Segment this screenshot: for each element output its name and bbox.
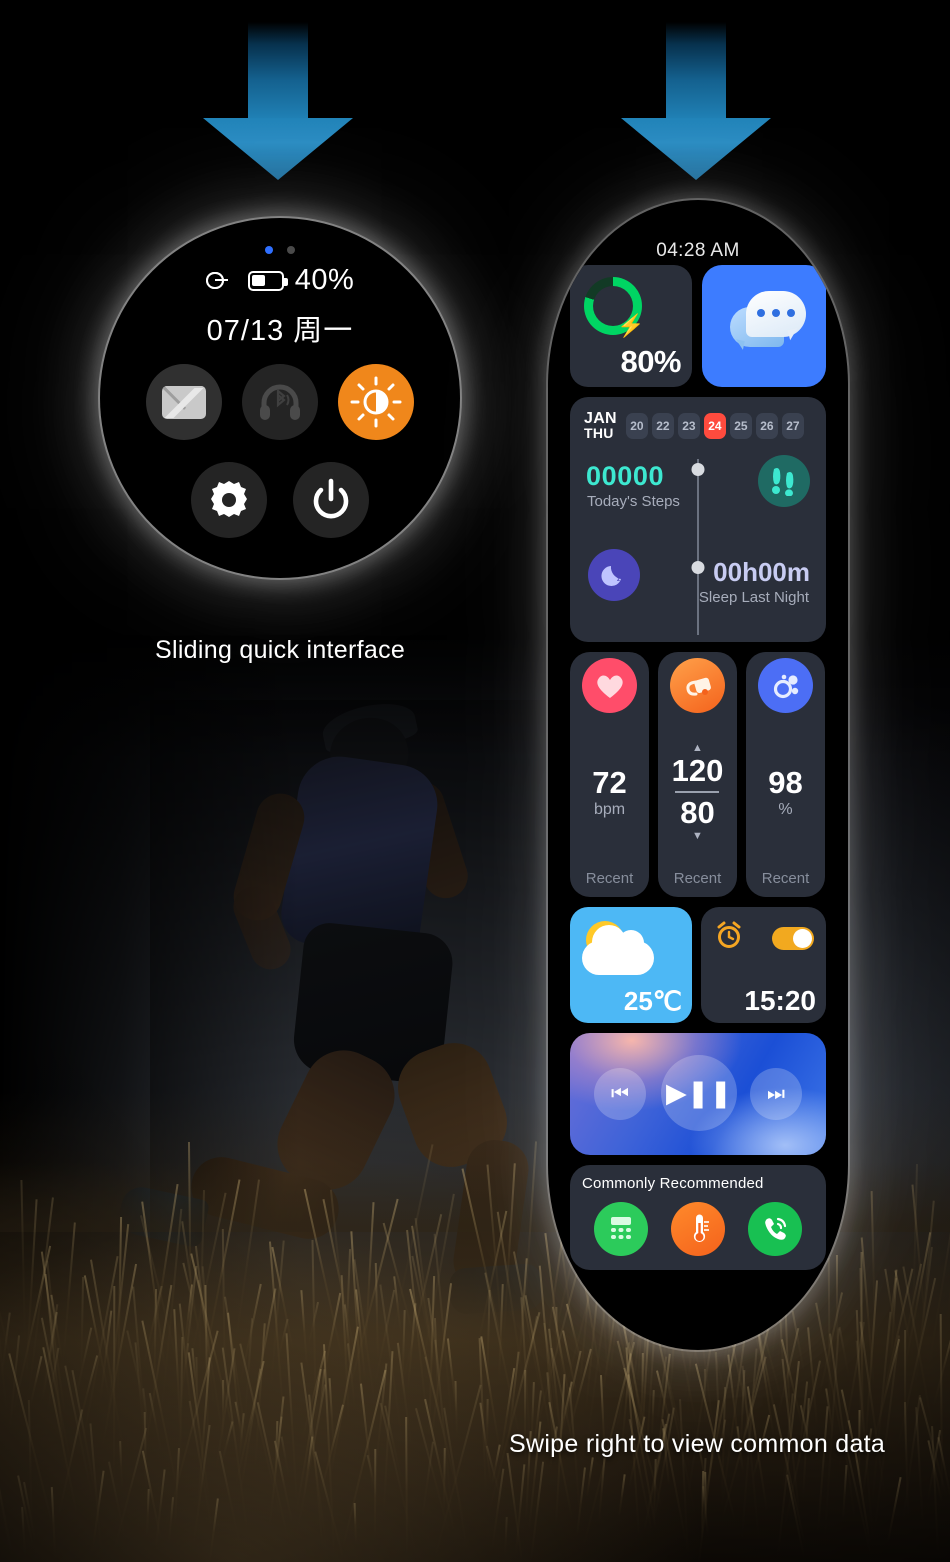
mail-toggle[interactable] xyxy=(146,364,222,440)
cloud-icon xyxy=(582,925,654,975)
weekday-label: THU xyxy=(584,425,614,441)
quick-toggle-row-1 xyxy=(100,364,460,440)
blood-pressure-widget[interactable]: ▲ 120 80 ▼ Recent xyxy=(658,652,737,897)
recommended-app-row xyxy=(582,1202,814,1256)
calendar-day-26[interactable]: 26 xyxy=(755,413,778,439)
heart-icon xyxy=(582,658,637,713)
weather-alarm-row: 25℃ 15:20 xyxy=(570,907,826,1023)
page-indicator xyxy=(100,246,460,254)
blood-oxygen-unit: % xyxy=(778,800,793,818)
caption-left: Sliding quick interface xyxy=(155,636,406,664)
alarm-widget[interactable]: 15:20 xyxy=(701,907,826,1023)
footprints-icon xyxy=(758,455,810,507)
envelope-icon xyxy=(162,385,206,419)
caption-right: Swipe right to view common data xyxy=(509,1430,886,1458)
battery-percent: 40% xyxy=(294,264,355,296)
vitals-row: 72 bpm Recent ▲ 120 80 ▼ Recent 98 % Rec… xyxy=(570,652,826,897)
calendar-activity-widget[interactable]: JAN THU 20 22 23 24 25 26 27 00000 Today's Ste… xyxy=(570,397,826,642)
down-arrow-left xyxy=(203,22,353,180)
page-dot-inactive[interactable] xyxy=(287,246,295,254)
power-icon xyxy=(313,478,349,519)
chat-bubbles-icon xyxy=(746,291,806,337)
lightning-bolt-icon: ⚡ xyxy=(617,313,645,338)
battery-icon xyxy=(247,270,288,291)
heart-rate-widget[interactable]: 72 bpm Recent xyxy=(570,652,649,897)
power-button[interactable] xyxy=(293,462,369,538)
brightness-toggle[interactable] xyxy=(338,364,414,440)
bp-readout: ▲ 120 80 ▼ xyxy=(671,741,724,842)
svg-text:z: z xyxy=(617,577,620,583)
play-pause-icon[interactable]: ▶❚❚ xyxy=(661,1055,737,1131)
down-arrow-right xyxy=(621,22,771,180)
bp-up-caret: ▲ xyxy=(692,741,703,754)
brightness-sun-icon xyxy=(350,376,402,428)
recommended-title: Commonly Recommended xyxy=(582,1175,764,1192)
bp-status: Recent xyxy=(673,870,722,887)
calendar-month: JAN THU xyxy=(584,411,617,441)
battery-widget[interactable]: ⚡ 80% xyxy=(570,265,692,387)
alarm-clock-icon xyxy=(715,921,743,956)
quick-toggle-row-2 xyxy=(100,462,460,538)
bp-down-caret: ▼ xyxy=(692,829,703,842)
bp-diastolic: 80 xyxy=(680,794,715,830)
band-time: 04:28 AM xyxy=(656,240,740,261)
activity-divider xyxy=(697,459,699,635)
blood-pressure-cuff-icon xyxy=(670,658,725,713)
weather-widget[interactable]: 25℃ xyxy=(570,907,692,1023)
thermometer-app[interactable] xyxy=(670,1202,725,1256)
calendar-day-24[interactable]: 24 xyxy=(703,413,726,439)
activity-knob-steps xyxy=(691,463,705,476)
page-dot-active[interactable] xyxy=(265,246,273,254)
calendar-day-25[interactable]: 25 xyxy=(729,413,752,439)
recommended-widget[interactable]: Commonly Recommended xyxy=(570,1165,826,1270)
bluetooth-audio-toggle[interactable] xyxy=(242,364,318,440)
heart-rate-value: 72 xyxy=(592,764,627,800)
skip-previous-icon[interactable]: ⏮ xyxy=(594,1068,646,1120)
band-widget-list[interactable]: ⚡ 80% JAN THU 20222324252627 00000 xyxy=(570,265,826,1270)
skip-next-icon[interactable]: ⏭ xyxy=(750,1068,802,1120)
heart-rate-status: Recent xyxy=(585,870,634,887)
music-widget[interactable]: ⏮ ▶❚❚ ⏭ xyxy=(570,1033,826,1155)
status-bar: 40% xyxy=(100,264,460,297)
alarm-time: 15:20 xyxy=(744,985,816,1016)
blood-oxygen-status: Recent xyxy=(761,870,810,887)
activity-body: 00000 Today's Steps z z 00h00m Sleep Las… xyxy=(584,449,812,635)
steps-value: 00000 xyxy=(586,461,665,491)
sleep-value: 00h00m xyxy=(713,557,810,587)
calculator-app[interactable] xyxy=(593,1202,648,1256)
headphones-bluetooth-icon xyxy=(260,384,300,420)
blood-oxygen-icon xyxy=(758,658,813,713)
blood-oxygen-widget[interactable]: 98 % Recent xyxy=(746,652,825,897)
link-icon xyxy=(205,272,237,289)
bp-systolic: 120 xyxy=(671,752,724,788)
round-watch-screen[interactable]: 40% 07/13 周一 xyxy=(100,218,460,578)
widget-row-top: ⚡ 80% xyxy=(570,265,826,387)
svg-text:z: z xyxy=(614,570,618,577)
settings-button[interactable] xyxy=(191,462,267,538)
calendar-day-22[interactable]: 22 xyxy=(651,413,674,439)
activity-knob-sleep xyxy=(691,561,705,574)
calendar-day-23[interactable]: 23 xyxy=(677,413,700,439)
battery-percent-label: 80% xyxy=(620,344,681,379)
alarm-toggle[interactable] xyxy=(772,927,814,950)
calendar-day-27[interactable]: 27 xyxy=(781,413,804,439)
messages-widget[interactable] xyxy=(702,265,826,387)
temperature-value: 25℃ xyxy=(623,986,682,1016)
calendar-day-chips[interactable]: 20 22 23 24 25 26 27 xyxy=(625,413,804,439)
blood-oxygen-value: 98 xyxy=(768,764,803,800)
date-line: 07/13 周一 xyxy=(206,315,354,347)
moon-zzz-icon: z z xyxy=(588,549,640,601)
calendar-day-20[interactable]: 20 xyxy=(625,413,648,439)
gear-icon xyxy=(211,481,247,517)
steps-label: Today's Steps xyxy=(587,493,680,510)
phone-app[interactable] xyxy=(748,1202,803,1256)
heart-rate-unit: bpm xyxy=(593,800,626,818)
sleep-label: Sleep Last Night xyxy=(698,589,809,606)
calendar-header: JAN THU 20 22 23 24 25 26 27 xyxy=(584,411,812,441)
band-watch-screen[interactable]: 04:28 AM ⚡ 80% JAN THU 20 22 23 24 25 26 27 xyxy=(548,200,848,1350)
